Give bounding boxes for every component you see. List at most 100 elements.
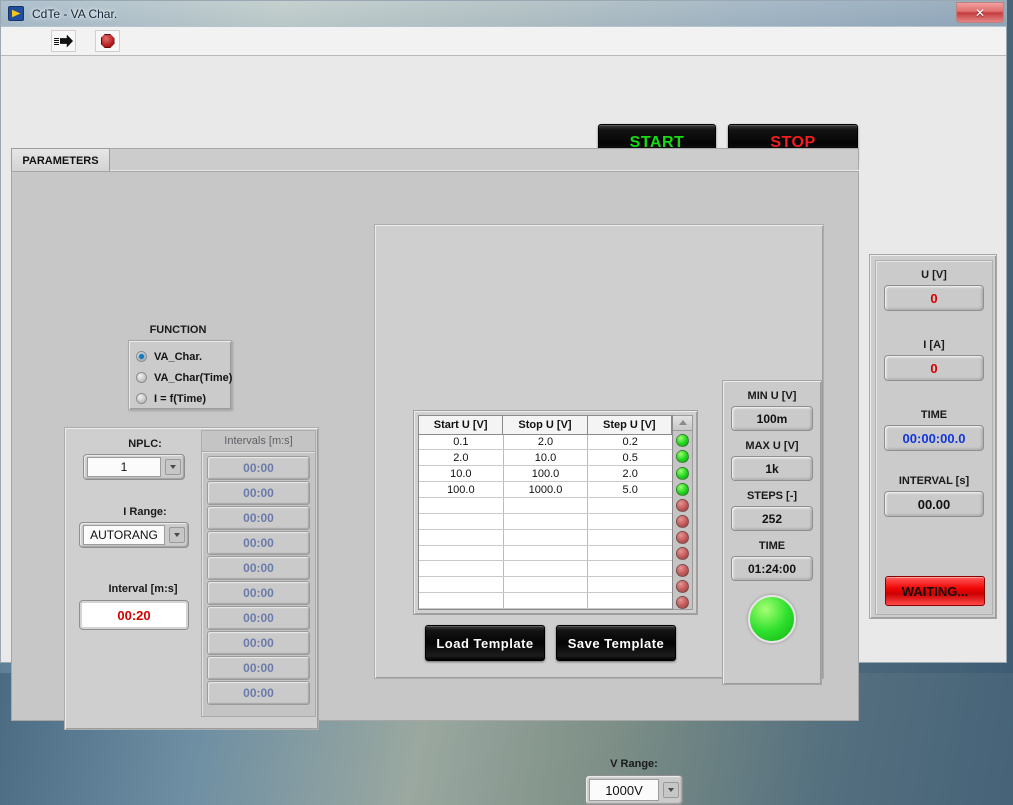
max-u-label: MAX U [V] [745,440,799,452]
table-cell[interactable]: 2.0 [504,434,589,450]
nplc-value: 1 [87,457,161,477]
table-cell[interactable]: 0.2 [588,435,672,450]
table-cell[interactable] [419,577,504,593]
interval-cell[interactable]: 00:00 [207,606,310,630]
table-cell[interactable] [504,529,589,545]
live-monitor-inner: U [V] 0 I [A] 0 TIME 00:00:00.0 INTERVAL… [875,260,993,615]
table-row[interactable]: 0.1 2.0 0.2 [419,434,672,451]
sweep-summary-panel: MIN U [V] 100m MAX U [V] 1k STEPS [-] 25… [722,380,822,685]
table-cell[interactable]: 1000.0 [504,482,589,498]
column-header: Step U [V] [588,416,672,434]
table-cell[interactable]: 0.1 [419,434,504,450]
labview-icon [8,6,24,21]
table-cell[interactable]: 2.0 [419,450,504,466]
intervals-header: Intervals [m:s] [201,430,316,451]
acquisition-settings-panel: NPLC: 1 I Range: AUTORANG Interval [m:s]… [64,427,319,730]
table-cell[interactable] [504,498,589,513]
run-button[interactable] [51,30,76,52]
table-cell[interactable] [504,545,589,561]
table-row[interactable] [419,561,672,578]
table-cell[interactable] [588,577,672,592]
table-row[interactable]: 10.0 100.0 2.0 [419,466,672,483]
interval-cell[interactable]: 00:00 [207,556,310,580]
table-cell[interactable] [504,577,589,593]
table-cell[interactable] [419,529,504,545]
interval-cell[interactable]: 00:00 [207,631,310,655]
v-range-select[interactable]: 1000V [585,775,683,805]
interval-cell[interactable]: 00:00 [207,681,310,705]
table-cell[interactable] [588,530,672,545]
interval-cell[interactable]: 00:00 [207,656,310,680]
table-cell[interactable] [504,561,589,577]
table-cell[interactable] [588,498,672,513]
table-row[interactable]: 100.0 1000.0 5.0 [419,482,672,499]
table-cell[interactable]: 0.5 [588,450,672,465]
row-led-inactive-icon [676,563,689,577]
sort-arrow-icon[interactable] [673,416,692,431]
i-range-select[interactable]: AUTORANG [79,522,189,548]
table-cell[interactable]: 100.0 [419,482,504,498]
table-row[interactable] [419,545,672,562]
table-cell[interactable]: 100.0 [504,466,589,482]
interval-input[interactable]: 00:20 [79,600,189,630]
close-icon[interactable]: ✕ [956,2,1004,23]
table-cell[interactable] [504,513,589,529]
table-row[interactable] [419,498,672,514]
table-cell[interactable]: 10.0 [419,466,504,482]
table-cell[interactable] [588,561,672,576]
max-u-value: 1k [731,456,813,481]
table-cell[interactable] [419,513,504,529]
row-led-inactive-icon [676,547,689,561]
row-led-inactive-icon [676,498,689,512]
window-title: CdTe - VA Char. [32,6,118,21]
radio-option-i-f-time[interactable]: I = f(Time) [136,388,231,409]
live-monitor-panel: U [V] 0 I [A] 0 TIME 00:00:00.0 INTERVAL… [869,254,997,619]
radio-label: I = f(Time) [154,392,207,405]
chevron-down-icon[interactable] [165,459,181,475]
sweep-table-container: Start U [V] Stop U [V] Step U [V] 0.1 2.0 0.2… [413,410,698,615]
interval-cell[interactable]: 00:00 [207,581,310,605]
interval-seconds-label: INTERVAL [s] [898,475,970,487]
table-row[interactable] [419,577,672,594]
table-row[interactable] [419,529,672,546]
chevron-down-icon[interactable] [169,527,185,543]
table-cell[interactable] [419,545,504,561]
column-header: Start U [V] [419,416,504,434]
interval-cell[interactable]: 00:00 [207,481,310,505]
intervals-list[interactable]: 00:00 00:00 00:00 00:00 00:00 00:00 00:00 00:00… [201,451,316,717]
radio-option-va-char-time[interactable]: VA_Char(Time) [136,367,233,388]
interval-cell[interactable]: 00:00 [207,506,310,530]
row-led-active-icon [676,450,689,464]
radio-label: VA_Char(Time) [154,371,233,384]
table-cell[interactable] [419,498,504,513]
table-cell[interactable] [588,593,672,608]
table-cell[interactable] [419,593,504,609]
radio-option-va-char[interactable]: VA_Char. [136,346,231,367]
interval-cell[interactable]: 00:00 [207,456,310,480]
table-row[interactable] [419,513,672,530]
table-cell[interactable] [588,514,672,529]
interval-cell[interactable]: 00:00 [207,531,310,555]
status-badge[interactable]: WAITING... [885,576,985,606]
table-cell[interactable]: 10.0 [504,450,589,466]
chevron-down-icon[interactable] [663,782,679,798]
table-cell[interactable] [588,546,672,561]
load-template-button[interactable]: Load Template [425,625,545,661]
application-window: CdTe - VA Char. ✕ START STOP PARAMETERS … [0,0,1007,805]
parameters-page: FUNCTION VA_Char. VA_Char(Time) I = f(Ti… [11,171,859,805]
sweep-table[interactable]: Start U [V] Stop U [V] Step U [V] 0.1 2.0 0.2… [418,415,673,610]
table-cell[interactable]: 5.0 [588,482,672,497]
table-cell[interactable] [504,593,589,609]
row-led-inactive-icon [676,596,689,609]
save-template-button[interactable]: Save Template [556,625,676,661]
nplc-select[interactable]: 1 [83,454,185,480]
table-row[interactable]: 2.0 10.0 0.5 [419,450,672,467]
radio-icon [136,393,147,404]
nplc-label: NPLC: [128,438,162,450]
radio-icon [136,372,147,383]
table-row[interactable] [419,593,672,610]
tab-parameters[interactable]: PARAMETERS [11,148,110,172]
abort-button[interactable] [95,30,120,52]
table-cell[interactable] [419,561,504,577]
table-cell[interactable]: 2.0 [588,466,672,481]
